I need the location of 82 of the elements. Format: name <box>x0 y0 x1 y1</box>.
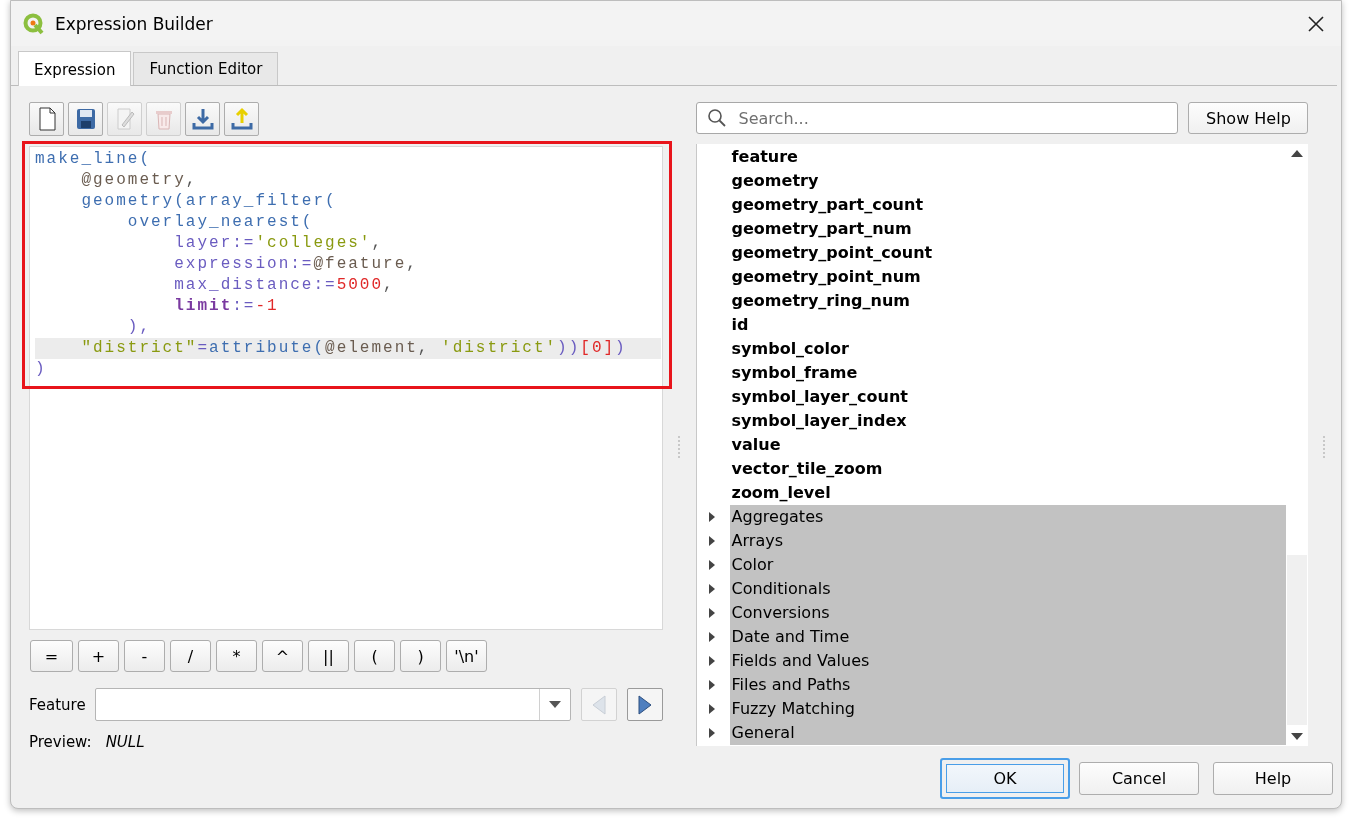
tree-item[interactable]: General <box>729 721 1287 745</box>
code-line: limit:=-1 <box>173 296 280 317</box>
code-line: make_line( <box>35 149 152 170</box>
tree-item[interactable]: geometry_part_num <box>729 217 1287 241</box>
code-line: ), <box>126 317 152 338</box>
code-line: expression:=@feature, <box>173 254 419 275</box>
expand-arrow-icon[interactable] <box>707 632 716 642</box>
help-button[interactable]: Help <box>1213 761 1333 795</box>
cancel-button[interactable]: Cancel <box>1079 761 1199 795</box>
code-line: ) <box>35 359 48 380</box>
operator-button[interactable]: - <box>124 640 165 672</box>
operator-button[interactable]: / <box>170 640 211 672</box>
tab[interactable]: Expression <box>18 51 132 86</box>
tree-item[interactable]: Color <box>729 553 1287 577</box>
expand-arrow-icon[interactable] <box>707 608 716 618</box>
code-line: layer:='colleges', <box>173 233 385 254</box>
tree-item[interactable]: geometry_part_count <box>729 193 1287 217</box>
tree-item[interactable]: feature <box>729 145 1287 169</box>
operator-button[interactable]: '\n' <box>446 640 487 672</box>
tree-item[interactable]: geometry <box>729 169 1287 193</box>
preview-label: Preview: <box>29 733 92 751</box>
code-line: overlay_nearest( <box>126 212 315 233</box>
expression-editor[interactable]: make_line( @geometry, geometry(array_filter( overlay_nearest( layer:='colleges', expression:=@feature, max_distance:=5000, limit:=-1 ), "district"=attribute(@element, 'district'))[0]) ) <box>22 141 672 389</box>
tree-item[interactable]: Fields and Values <box>729 649 1287 673</box>
tree-item[interactable]: Conditionals <box>729 577 1287 601</box>
operator-button[interactable]: = <box>30 640 73 672</box>
tree-item[interactable]: geometry_point_num <box>729 265 1287 289</box>
close-icon[interactable] <box>1307 14 1325 33</box>
tree-item[interactable]: Aggregates <box>729 505 1287 529</box>
tree-item[interactable]: id <box>729 313 1287 337</box>
tree-item[interactable]: symbol_layer_index <box>729 409 1287 433</box>
expand-arrow-icon[interactable] <box>707 512 716 522</box>
tree-item[interactable]: Conversions <box>729 601 1287 625</box>
tree-item[interactable]: geometry_ring_num <box>729 289 1287 313</box>
operator-button[interactable]: || <box>308 640 349 672</box>
code-line: geometry(array_filter( <box>80 191 338 212</box>
left-triangle-icon <box>591 694 608 715</box>
save-button[interactable] <box>68 102 103 136</box>
dropdown-caret-icon <box>549 701 562 708</box>
expand-arrow-icon[interactable] <box>707 536 716 546</box>
window-title: Expression Builder <box>55 13 214 34</box>
tree-item[interactable]: symbol_layer_count <box>729 385 1287 409</box>
tree-item[interactable]: Arrays <box>729 529 1287 553</box>
tree-item[interactable]: symbol_color <box>729 337 1287 361</box>
expand-arrow-icon[interactable] <box>707 560 716 570</box>
tree-item[interactable]: zoom_level <box>729 481 1287 505</box>
tree-item[interactable]: Date and Time <box>729 625 1287 649</box>
expand-arrow-icon[interactable] <box>707 704 716 714</box>
ok-button[interactable]: OK <box>940 757 1070 799</box>
tree-item[interactable]: Fuzzy Matching <box>729 697 1287 721</box>
export-button[interactable] <box>224 102 259 136</box>
scroll-down-icon[interactable] <box>1291 733 1304 740</box>
tree-item[interactable]: value <box>729 433 1287 457</box>
tree-item[interactable]: geometry_point_count <box>729 241 1287 265</box>
operator-button[interactable]: * <box>216 640 257 672</box>
next-feature-button[interactable] <box>627 688 663 721</box>
feature-label: Feature <box>29 695 87 714</box>
expand-arrow-icon[interactable] <box>707 680 716 690</box>
operator-button[interactable]: + <box>78 640 119 672</box>
operator-button[interactable]: ( <box>354 640 395 672</box>
tree-item[interactable]: Files and Paths <box>729 673 1287 697</box>
upload-icon <box>230 107 253 131</box>
app-logo-icon <box>23 12 45 35</box>
download-icon <box>191 107 214 131</box>
code-line: @geometry, <box>80 170 199 191</box>
expand-arrow-icon[interactable] <box>707 656 716 666</box>
tree-item[interactable]: vector_tile_zoom <box>729 457 1287 481</box>
show-help-button[interactable]: Show Help <box>1188 102 1309 134</box>
import-button[interactable] <box>185 102 220 136</box>
right-triangle-icon <box>637 694 654 715</box>
search-field[interactable]: Search... <box>695 102 1179 134</box>
search-input[interactable]: Search... <box>736 107 1168 129</box>
operator-button[interactable]: ^ <box>262 640 303 672</box>
preview-value: NULL <box>105 733 145 751</box>
code-line: max_distance:=5000, <box>173 275 396 296</box>
search-icon <box>706 108 727 128</box>
expand-arrow-icon[interactable] <box>707 728 716 738</box>
expand-arrow-icon[interactable] <box>707 584 716 594</box>
scroll-up-icon[interactable] <box>1291 150 1304 157</box>
tab[interactable]: Function Editor <box>133 52 279 85</box>
operator-button[interactable]: ) <box>400 640 441 672</box>
tree-item[interactable]: symbol_frame <box>729 361 1287 385</box>
